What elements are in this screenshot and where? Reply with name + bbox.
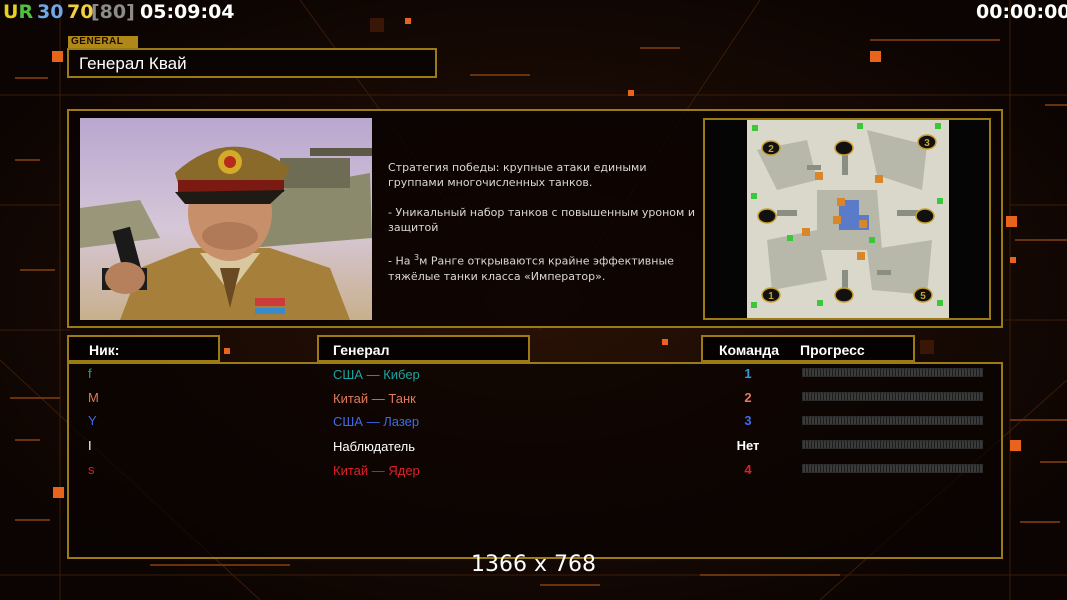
minimap-slot-3: 3 <box>924 138 930 149</box>
description-unique-tanks: - Уникальный набор танков с повышенным у… <box>388 206 695 234</box>
player-progress-bar <box>802 464 983 473</box>
player-nick: I <box>88 438 92 453</box>
player-team: 3 <box>744 413 752 428</box>
hud-value-80: [80] <box>91 1 135 23</box>
hud-ur-r: R <box>18 1 34 23</box>
minimap-slot-1: 1 <box>768 291 774 302</box>
resolution-label: 1366 x 768 <box>471 552 596 577</box>
player-general: Наблюдатель <box>333 439 416 454</box>
minimap[interactable]: 2 3 1 5 <box>747 120 949 318</box>
player-nick: Y <box>88 413 97 428</box>
hud-ur-label: UR <box>3 1 33 23</box>
player-progress-bar <box>802 416 983 425</box>
general-description: Стратегия победы: крупные атаки едиными … <box>388 160 698 299</box>
player-general: США — Кибер <box>333 367 420 382</box>
player-general: Китай — Танк <box>333 391 416 406</box>
hud-value-70: 70 <box>67 1 94 23</box>
header-nick: Ник: <box>89 342 120 358</box>
minimap-slot-5: 5 <box>920 291 926 302</box>
player-general: США — Лазер <box>333 414 420 429</box>
header-team: Команда <box>719 342 779 358</box>
hud-ur-u: U <box>3 1 19 23</box>
player-progress-bar <box>802 392 983 401</box>
player-nick: M <box>88 390 99 405</box>
player-progress-bar <box>802 440 983 449</box>
header-nick-frame: Ник: <box>67 335 220 362</box>
header-progress: Прогресс <box>800 342 865 358</box>
hud-clock: 05:09:04 <box>140 1 235 23</box>
description-rank-prefix: - На <box>388 254 414 268</box>
player-nick: f <box>88 366 92 381</box>
general-name-frame: Генерал Квай <box>67 48 437 78</box>
hud-timer: 00:00:00 <box>976 1 1067 23</box>
hud-value-30: 30 <box>37 1 64 23</box>
header-general-frame: Генерал <box>317 335 530 362</box>
player-team: 4 <box>744 462 752 477</box>
description-rank-three: - На 3м Ранге открываются крайне эффекти… <box>388 250 698 284</box>
general-tag-box: GENERAL <box>68 36 138 48</box>
general-portrait <box>80 118 372 320</box>
player-nick: s <box>88 462 95 477</box>
minimap-slot-2: 2 <box>768 144 774 155</box>
player-progress-bar <box>802 368 983 377</box>
player-team: 1 <box>744 366 752 381</box>
header-general: Генерал <box>333 342 390 358</box>
description-rank-text: м Ранге открываются крайне эффективные т… <box>388 254 674 283</box>
description-strategy: Стратегия победы: крупные атаки едиными … <box>388 161 647 189</box>
player-general: Китай — Ядер <box>333 463 420 478</box>
header-team-progress-frame: Команда Прогресс <box>701 335 915 362</box>
player-team: Нет <box>736 438 760 453</box>
player-team: 2 <box>744 390 752 405</box>
general-tag: GENERAL <box>71 36 124 47</box>
general-name: Генерал Квай <box>79 54 187 73</box>
